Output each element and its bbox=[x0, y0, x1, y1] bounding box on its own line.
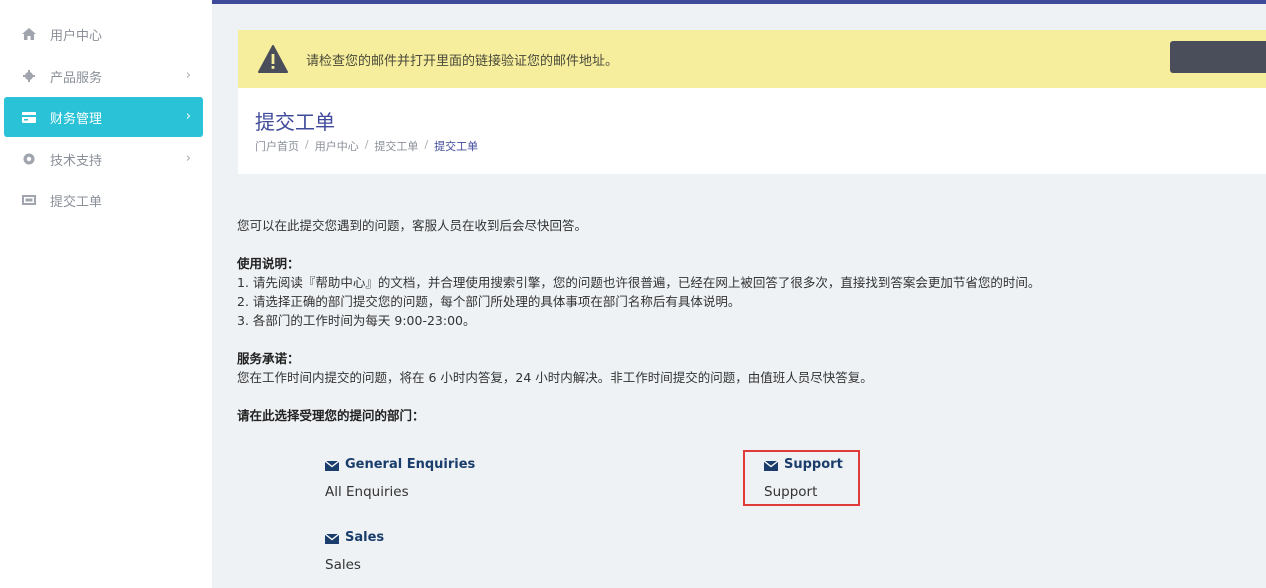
department-description: Sales bbox=[325, 557, 361, 573]
page-title: 提交工单 bbox=[255, 110, 335, 134]
email-verify-alert: 请检查您的邮件并打开里面的链接验证您的邮件地址。 bbox=[238, 30, 1266, 88]
breadcrumb-separator: / bbox=[364, 138, 369, 151]
card-icon bbox=[21, 109, 37, 125]
lifebuoy-icon bbox=[21, 151, 37, 167]
breadcrumb-home[interactable]: 门户首页 bbox=[255, 138, 299, 154]
alert-text: 请检查您的邮件并打开里面的链接验证您的邮件地址。 bbox=[306, 53, 619, 69]
sidebar-item-label: 产品服务 bbox=[50, 70, 103, 86]
ticket-icon bbox=[21, 192, 37, 208]
resend-verification-button[interactable] bbox=[1170, 41, 1266, 73]
home-icon bbox=[21, 26, 37, 42]
chevron-right-icon: › bbox=[185, 68, 191, 83]
usage-line-3: 3. 各部门的工作时间为每天 9:00-23:00。 bbox=[237, 313, 476, 328]
breadcrumb-separator: / bbox=[424, 138, 429, 151]
sidebar-item-submit-ticket[interactable]: 提交工单 bbox=[4, 180, 203, 220]
department-sales[interactable]: Sales Sales bbox=[324, 530, 385, 573]
breadcrumb: 门户首页 / 用户中心 / 提交工单 / 提交工单 bbox=[255, 138, 478, 154]
department-general-enquiries[interactable]: General Enquiries All Enquiries bbox=[324, 457, 476, 500]
gear-icon bbox=[21, 68, 37, 84]
choose-department-title: 请在此选择受理您的提问的部门： bbox=[237, 408, 425, 423]
sidebar: 用户中心 产品服务 › 财务管理 › 技术支持 › 提交工单 bbox=[0, 0, 212, 588]
ticket-instructions: 您可以在此提交您遇到的问题，客服人员在收到后会尽快回答。 使用说明： 1. 请先… bbox=[237, 216, 1237, 425]
sidebar-item-label: 技术支持 bbox=[50, 153, 103, 169]
department-name: General Enquiries bbox=[345, 457, 476, 472]
breadcrumb-submit-ticket[interactable]: 提交工单 bbox=[374, 138, 418, 154]
intro-text: 您可以在此提交您遇到的问题，客服人员在收到后会尽快回答。 bbox=[237, 218, 588, 233]
chevron-right-icon: › bbox=[185, 109, 191, 124]
promise-text: 您在工作时间内提交的问题，将在 6 小时内答复，24 小时内解决。非工作时间提交… bbox=[237, 370, 873, 385]
sidebar-item-label: 用户中心 bbox=[50, 28, 103, 44]
sidebar-item-products[interactable]: 产品服务 › bbox=[4, 56, 203, 96]
department-name: Sales bbox=[345, 530, 385, 545]
main-area: 请检查您的邮件并打开里面的链接验证您的邮件地址。 提交工单 门户首页 / 用户中… bbox=[212, 4, 1266, 588]
sidebar-item-tech-support[interactable]: 技术支持 › bbox=[4, 139, 203, 179]
chevron-right-icon: › bbox=[185, 151, 191, 166]
usage-line-2: 2. 请选择正确的部门提交您的问题，每个部门所处理的具体事项在部门名称后有具体说… bbox=[237, 294, 741, 309]
breadcrumb-current: 提交工单 bbox=[434, 140, 479, 153]
promise-title: 服务承诺： bbox=[237, 351, 300, 366]
department-description: All Enquiries bbox=[325, 484, 409, 500]
warning-icon bbox=[258, 45, 288, 73]
envelope-icon bbox=[324, 459, 340, 471]
usage-title: 使用说明： bbox=[237, 256, 300, 271]
highlight-box bbox=[743, 450, 860, 506]
sidebar-item-label: 提交工单 bbox=[50, 194, 103, 210]
breadcrumb-separator: / bbox=[305, 138, 309, 151]
usage-line-1: 1. 请先阅读『帮助中心』的文档，并合理使用搜索引擎，您的问题也许很普遍，已经在… bbox=[237, 275, 1041, 290]
department-link[interactable]: General Enquiries bbox=[324, 457, 476, 472]
page-header: 提交工单 门户首页 / 用户中心 / 提交工单 / 提交工单 bbox=[238, 88, 1266, 174]
breadcrumb-user-center[interactable]: 用户中心 bbox=[315, 138, 359, 154]
department-link[interactable]: Sales bbox=[324, 530, 385, 545]
envelope-icon bbox=[324, 532, 340, 544]
sidebar-item-user-center[interactable]: 用户中心 bbox=[4, 14, 203, 54]
sidebar-item-finance[interactable]: 财务管理 › bbox=[4, 97, 203, 137]
sidebar-item-label: 财务管理 bbox=[50, 111, 103, 127]
